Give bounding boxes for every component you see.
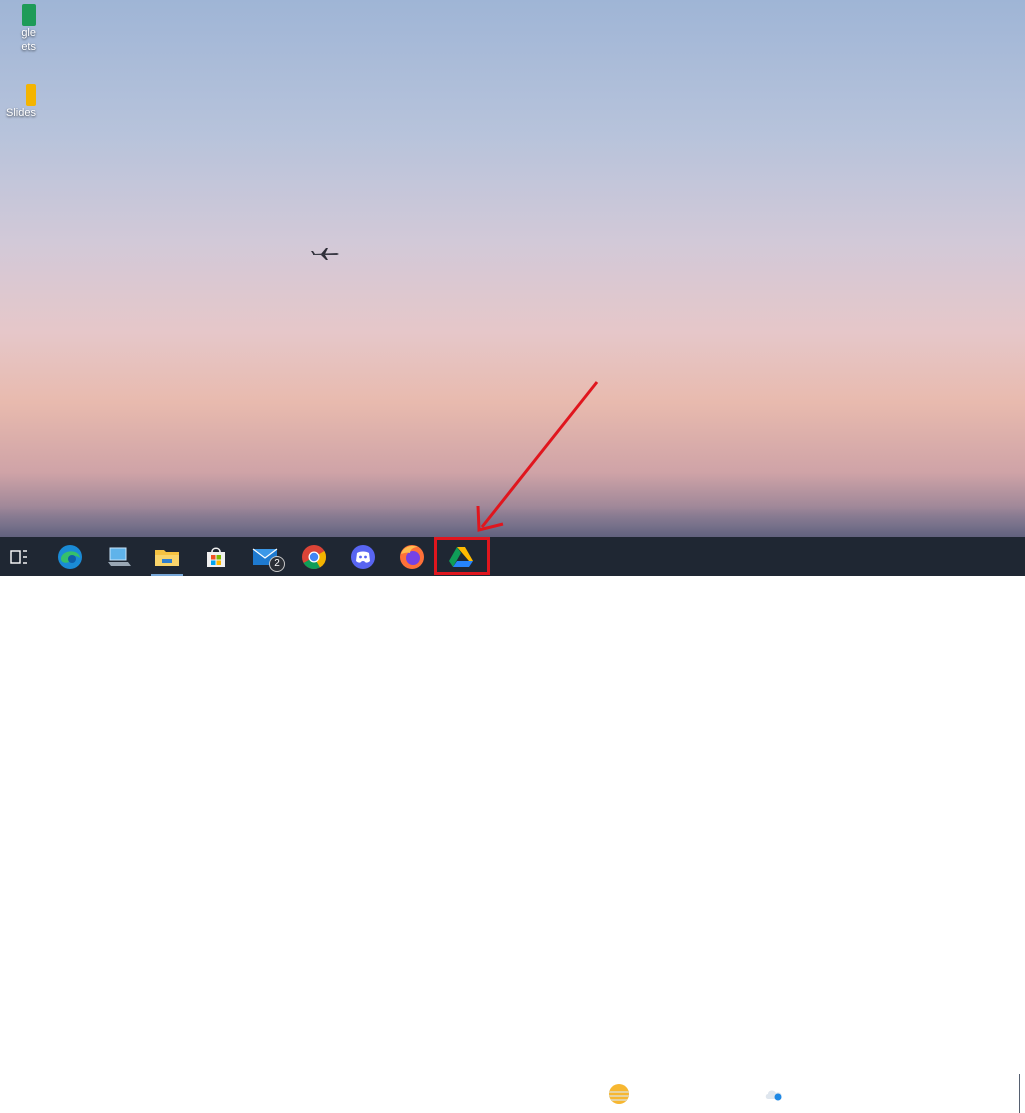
volume-tray-button[interactable]	[810, 1074, 832, 1113]
notification-icon	[984, 1085, 1002, 1102]
chrome-icon	[302, 544, 326, 569]
keyboard-icon	[838, 1087, 860, 1100]
chevron-up-icon	[695, 1090, 707, 1097]
mail-unread-badge: 2	[269, 556, 285, 572]
taskbar-microsoft-store-button[interactable]	[194, 537, 238, 576]
taskbar-edge-button[interactable]	[48, 537, 92, 576]
desktop-wallpaper: gle ets Slides	[0, 0, 1025, 537]
desktop-shortcut-google-sheets[interactable]: gle ets	[0, 4, 36, 54]
google-slides-icon	[26, 84, 36, 106]
taskbar-discord-button[interactable]	[341, 537, 385, 576]
desktop-shortcut-label: gle	[21, 27, 36, 39]
cloud-band	[0, 507, 1025, 537]
microsoft-store-icon	[207, 546, 225, 567]
clock-date: 17-05-2024	[909, 1094, 966, 1106]
desktop-shortcut-label: Slides	[6, 107, 36, 119]
this-pc-icon	[108, 547, 131, 566]
weather-widget[interactable]: 37°C	[606, 1074, 667, 1113]
clock-time: 10:46	[923, 1078, 952, 1090]
input-language-button[interactable]: ENG	[866, 1074, 898, 1113]
airplane-image	[311, 248, 339, 260]
taskbar: 2 37°C ENG 10:46 17-05-2024	[0, 537, 1025, 1113]
highlight-box	[434, 537, 490, 575]
taskbar-chrome-button[interactable]	[292, 537, 336, 576]
task-view-button[interactable]	[0, 537, 38, 576]
desktop-shortcut-google-slides[interactable]: Slides	[0, 84, 36, 120]
camera-icon	[792, 1086, 804, 1101]
taskbar-this-pc-button[interactable]	[97, 537, 141, 576]
cloud-sync-icon	[765, 1089, 782, 1100]
show-hidden-icons-button[interactable]	[692, 1074, 710, 1113]
task-view-icon	[10, 549, 27, 564]
desktop-shortcut-label: ets	[21, 41, 36, 53]
wifi-icon	[744, 1087, 758, 1100]
taskbar-firefox-button[interactable]	[390, 537, 434, 576]
touch-keyboard-button[interactable]	[836, 1074, 862, 1113]
battery-tray-button[interactable]	[716, 1074, 738, 1113]
network-tray-button[interactable]	[740, 1074, 762, 1113]
file-explorer-icon	[155, 549, 179, 566]
meet-now-tray-button[interactable]	[787, 1074, 809, 1113]
input-language-label: ENG	[870, 1087, 894, 1100]
google-sheets-icon	[22, 4, 36, 26]
edge-icon	[58, 544, 82, 569]
weather-temperature: 37°C	[638, 1086, 668, 1101]
battery-icon	[719, 1088, 735, 1099]
action-center-button[interactable]	[975, 1074, 1011, 1113]
taskbar-mail-button[interactable]: 2	[243, 537, 287, 576]
show-desktop-button[interactable]	[1019, 1074, 1025, 1113]
speaker-icon	[813, 1087, 828, 1100]
discord-icon	[351, 544, 375, 569]
clock-button[interactable]: 10:46 17-05-2024	[900, 1076, 975, 1108]
onedrive-tray-button[interactable]	[763, 1074, 785, 1113]
taskbar-file-explorer-button[interactable]	[145, 537, 189, 576]
firefox-icon	[400, 544, 424, 569]
sun-haze-icon	[609, 1083, 629, 1104]
